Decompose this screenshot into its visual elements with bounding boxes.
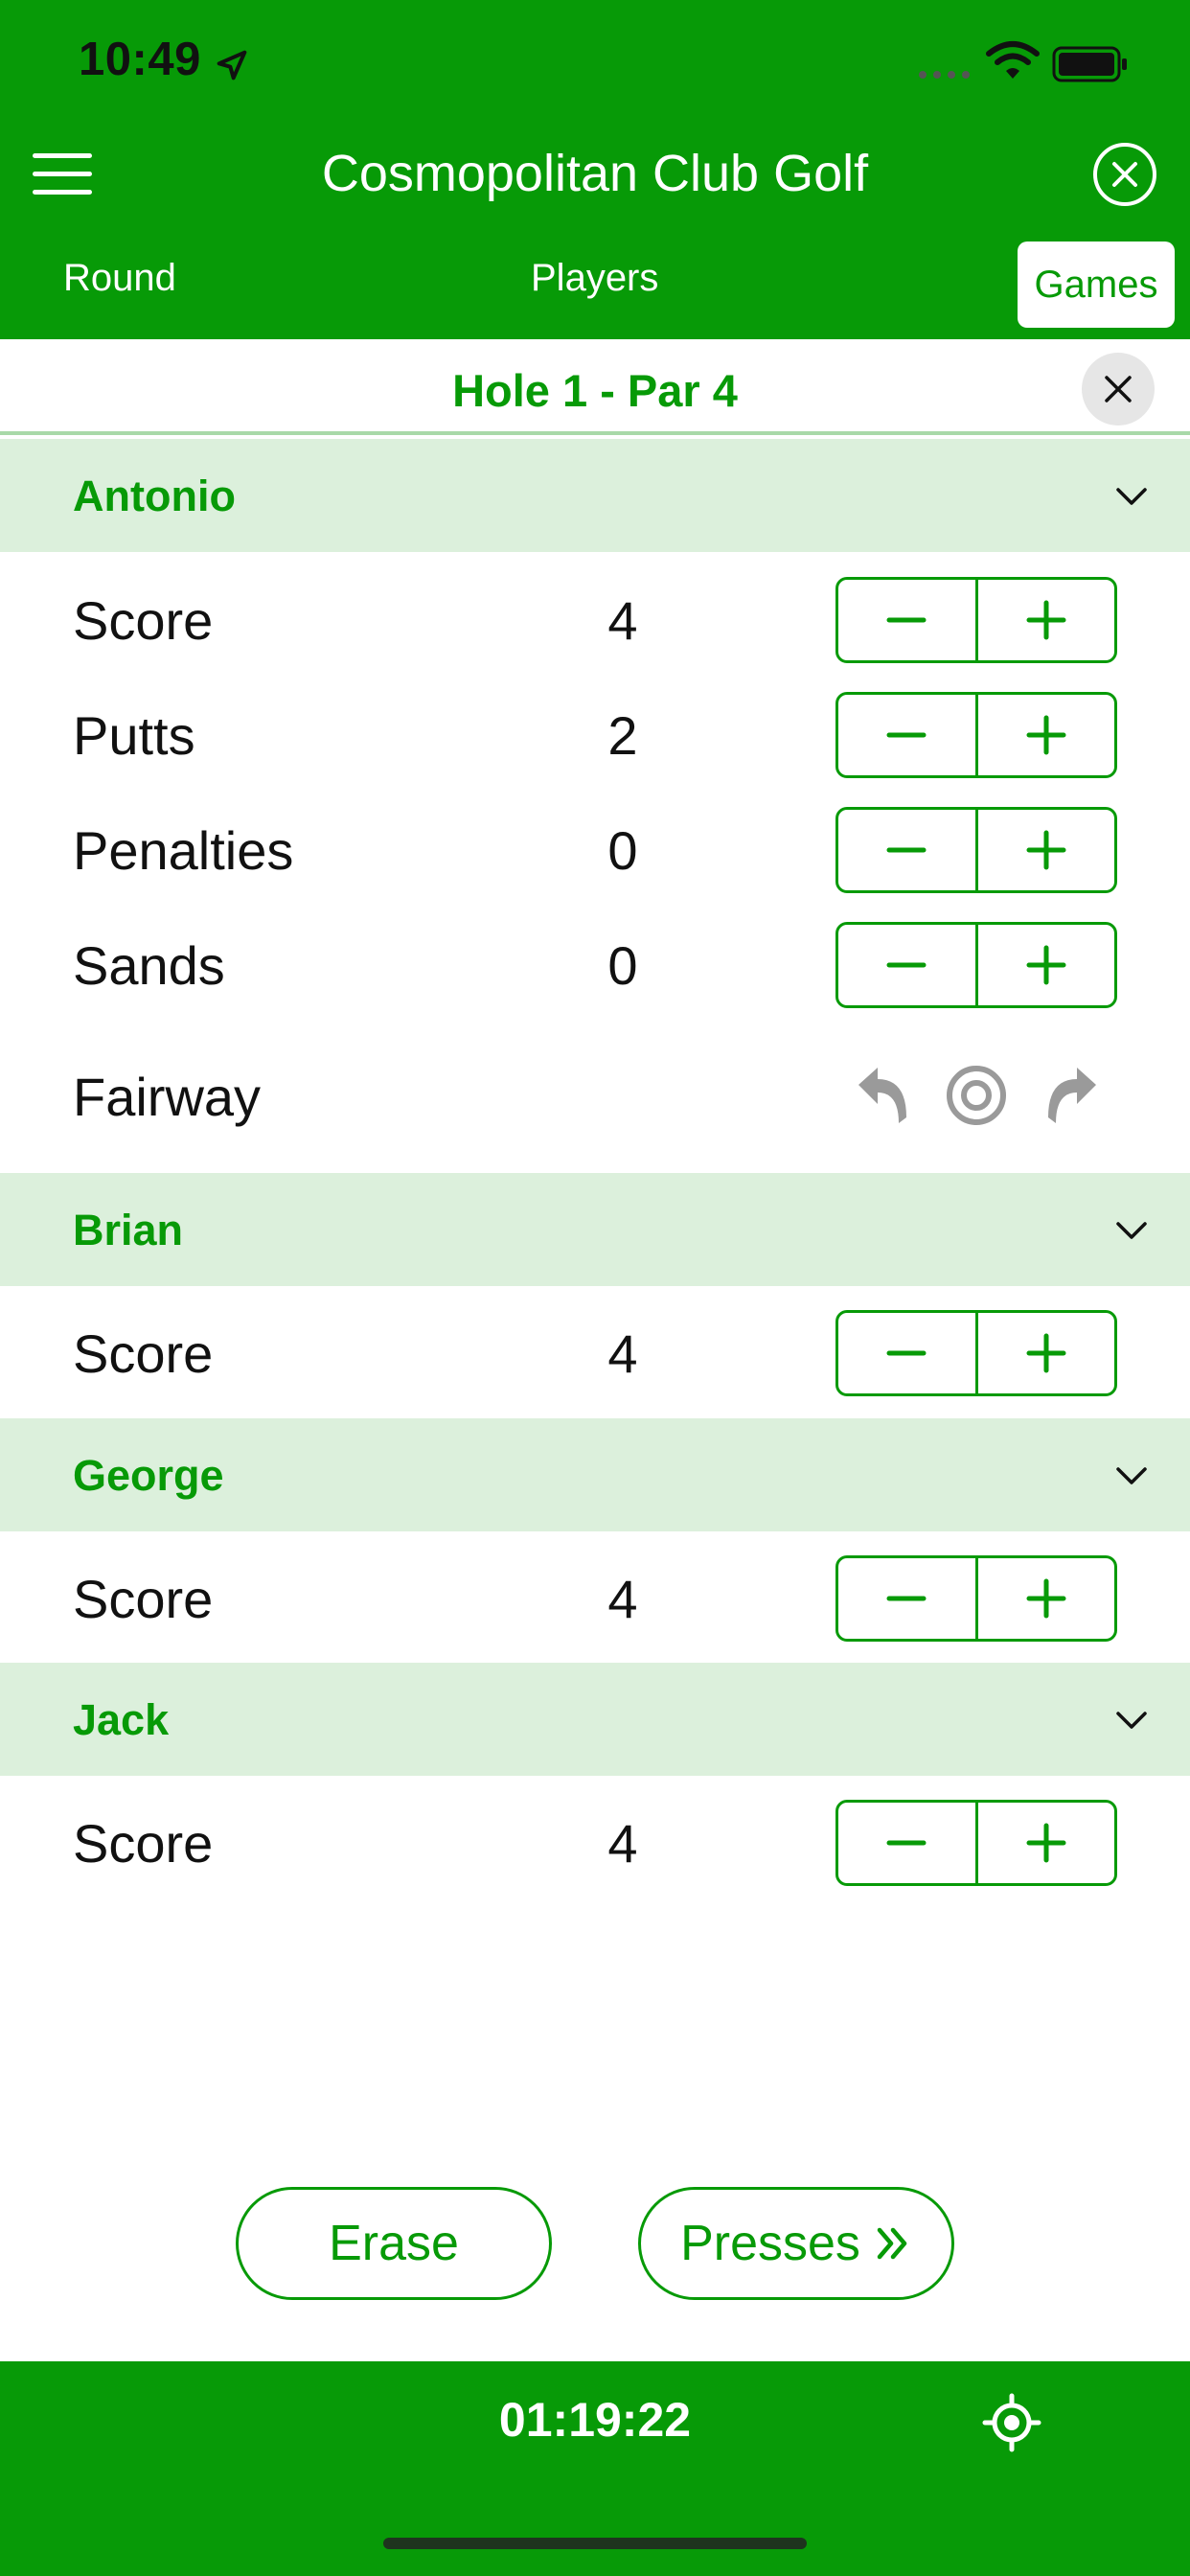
chevron-down-icon[interactable] [1115,1711,1148,1730]
decrement-button[interactable] [838,925,978,1005]
score-label: Score [73,1813,214,1874]
putts-label: Putts [73,705,195,766]
score-stepper [835,577,1117,663]
putts-stepper [835,692,1117,778]
score-value: 4 [607,590,638,651]
status-time: 10:49 [79,34,201,85]
hit-target-icon[interactable] [945,1064,1008,1127]
score-label: Score [73,1569,214,1629]
presses-button[interactable]: Presses [638,2187,954,2300]
player-name: Brian [73,1206,184,1254]
minus-icon [886,962,927,968]
wifi-icon [986,41,1040,79]
decrement-button[interactable] [838,1313,978,1393]
tab-players[interactable]: Players [531,257,658,300]
close-icon [1105,376,1132,402]
decrement-button[interactable] [838,1558,978,1639]
increment-button[interactable] [978,1313,1115,1393]
plus-icon [1026,1823,1066,1863]
home-indicator[interactable] [383,2538,807,2549]
penalties-stepper [835,807,1117,893]
score-stepper [835,1555,1117,1642]
minus-icon [886,1840,927,1846]
plus-icon [1026,1578,1066,1619]
close-round-button[interactable] [1093,143,1156,206]
decrement-button[interactable] [838,810,978,890]
plus-icon [1026,715,1066,755]
presses-label: Presses [680,2216,860,2271]
score-label: Score [73,590,214,651]
penalties-label: Penalties [73,820,294,881]
sands-value: 0 [607,935,638,996]
increment-button[interactable] [978,1803,1115,1883]
battery-icon [1052,46,1127,82]
decrement-button[interactable] [838,1803,978,1883]
gps-locate-icon[interactable] [981,2392,1042,2453]
location-arrow-icon [217,50,247,80]
decrement-button[interactable] [838,695,978,775]
player-header-jack[interactable] [0,1663,1190,1776]
plus-icon [1026,600,1066,640]
score-value: 4 [607,1813,638,1874]
plus-icon [1026,945,1066,985]
increment-button[interactable] [978,580,1115,660]
increment-button[interactable] [978,810,1115,890]
chevron-down-icon[interactable] [1115,1221,1148,1240]
score-value: 4 [607,1569,638,1629]
minus-icon [886,1596,927,1601]
minus-icon [886,1350,927,1356]
chevron-down-icon[interactable] [1115,487,1148,506]
player-name: Antonio [73,472,236,520]
tab-round[interactable]: Round [63,257,176,300]
miss-left-icon[interactable] [853,1060,914,1127]
sands-label: Sands [73,935,225,996]
close-hole-button[interactable] [1082,353,1155,426]
player-name: George [73,1451,224,1500]
hole-title: Hole 1 - Par 4 [452,365,738,416]
plus-icon [1026,830,1066,870]
minus-icon [886,847,927,853]
chevron-down-icon[interactable] [1115,1466,1148,1485]
double-chevron-right-icon [877,2227,907,2260]
plus-icon [1026,1333,1066,1373]
increment-button[interactable] [978,695,1115,775]
signal-icon [919,71,970,79]
score-stepper [835,1800,1117,1886]
score-stepper [835,1310,1117,1396]
app-title: Cosmopolitan Club Golf [321,145,869,202]
penalties-value: 0 [607,820,638,881]
minus-icon [886,732,927,738]
putts-value: 2 [607,705,638,766]
miss-right-icon[interactable] [1041,1060,1102,1127]
erase-button[interactable]: Erase [236,2187,552,2300]
player-name: Jack [73,1695,170,1744]
increment-button[interactable] [978,1558,1115,1639]
tab-games[interactable]: Games [1018,242,1175,328]
sands-stepper [835,922,1117,1008]
minus-icon [886,617,927,623]
close-icon [1112,162,1137,187]
score-value: 4 [607,1323,638,1384]
decrement-button[interactable] [838,580,978,660]
increment-button[interactable] [978,925,1115,1005]
fairway-label: Fairway [73,1067,262,1127]
score-label: Score [73,1323,214,1384]
